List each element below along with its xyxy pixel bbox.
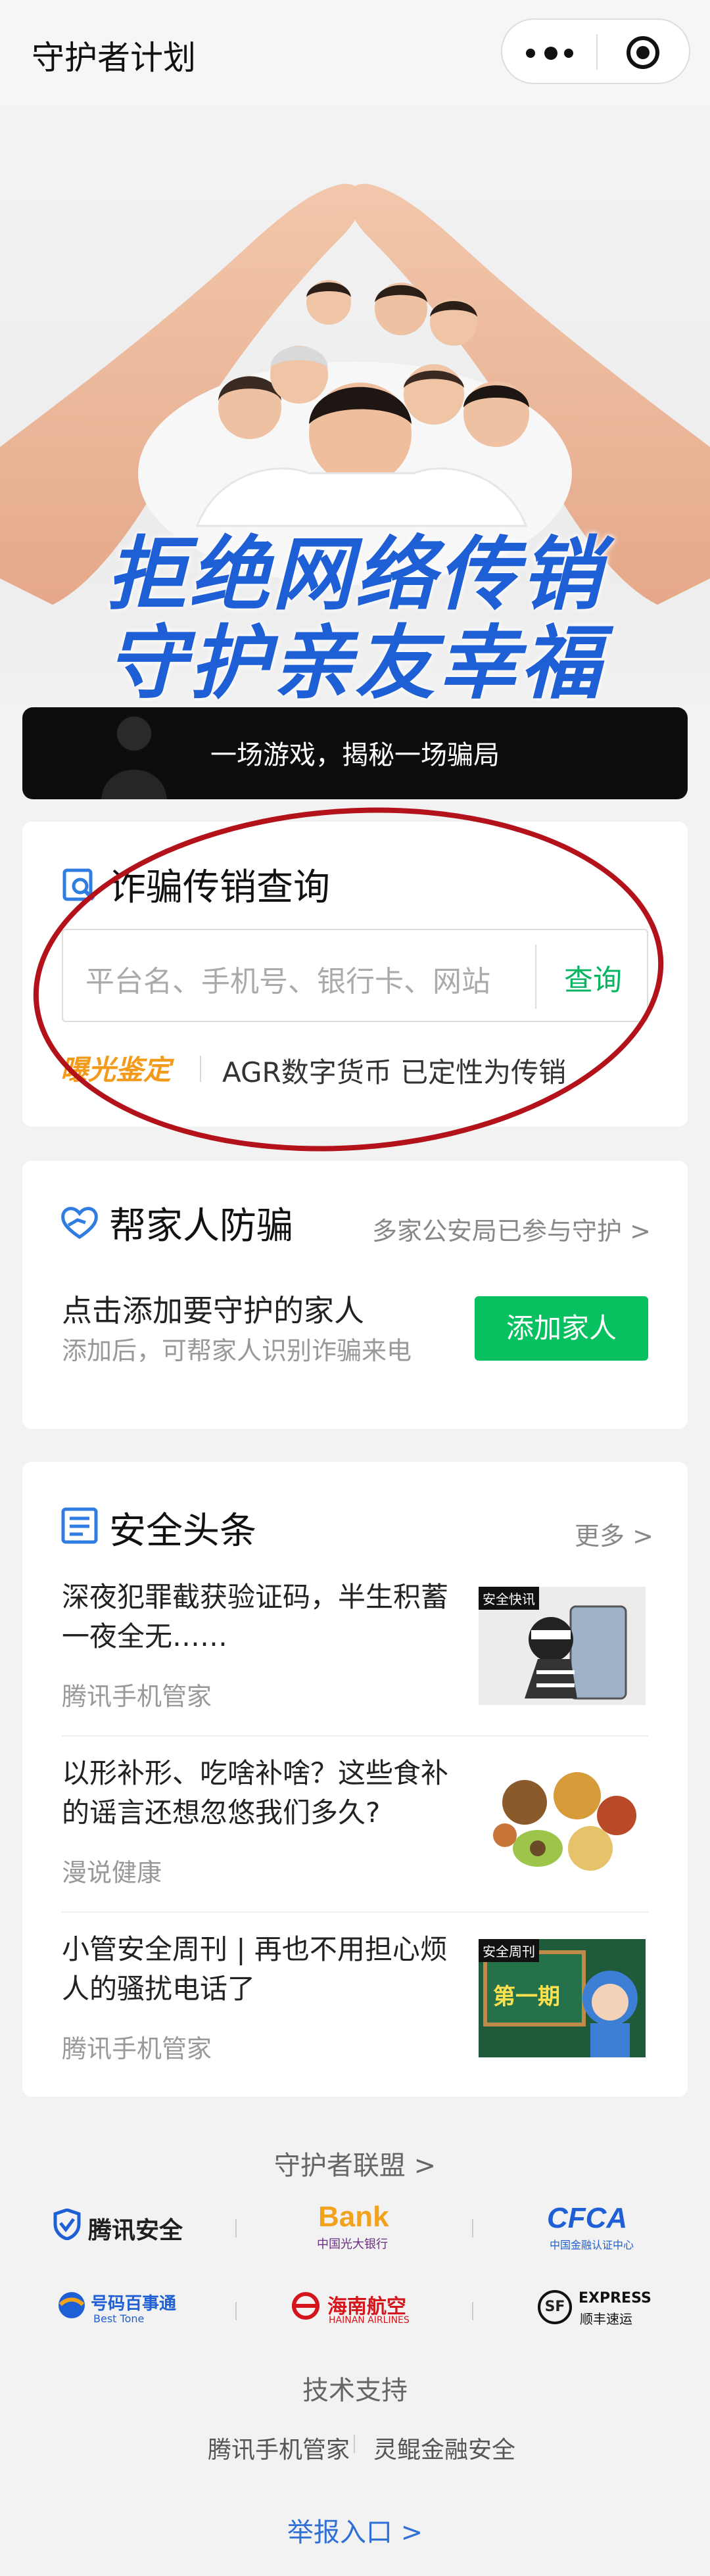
news-icon	[61, 1507, 98, 1544]
add-family-prompt: 点击添加要守护的家人	[62, 1293, 364, 1328]
hero-headline-2: 守护亲友幸福	[106, 615, 604, 703]
news-divider	[62, 1911, 648, 1913]
partner-divider	[235, 2219, 237, 2237]
partner-divider	[235, 2302, 237, 2320]
capsule-divider	[596, 34, 598, 70]
news-thumb-tag: 安全快讯	[479, 1587, 539, 1610]
news-thumb-tag: 安全周刊	[479, 1939, 539, 1962]
police-participation-link[interactable]: 多家公安局已参与守护 >	[372, 1211, 651, 1247]
news-item[interactable]: 深夜犯罪截获验证码，半生积蓄一夜全无…… 腾讯手机管家 安全快讯	[62, 1578, 652, 1734]
family-title: 帮家人防骗	[109, 1205, 293, 1248]
news-item-source: 腾讯手机管家	[62, 2034, 212, 2063]
partner-subname: 顺丰速运	[580, 2311, 632, 2327]
news-item-title: 深夜犯罪截获验证码，半生积蓄一夜全无……	[62, 1581, 449, 1652]
partner-ceb-bank: Bank 中国光大银行	[313, 2201, 405, 2253]
tech-support-title: 技术支持	[302, 2376, 408, 2406]
news-divider	[62, 1735, 648, 1737]
partner-hainan-airlines: 海南航空 HAINAN AIRLINES	[289, 2289, 434, 2335]
hainan-logo-icon	[292, 2292, 320, 2320]
sf-logo: SF	[538, 2290, 572, 2324]
issue-badge: 第一期	[493, 1984, 560, 2010]
partner-name: EXPRESS	[579, 2290, 651, 2307]
partner-tencent-security: 腾讯安全	[53, 2206, 210, 2245]
news-item[interactable]: 以形补形、吃啥补啥？这些食补的谣言还想忽悠我们多久? 漫说健康	[62, 1754, 652, 1910]
news-item-source: 腾讯手机管家	[62, 1682, 212, 1711]
more-dots-icon[interactable]	[525, 43, 575, 62]
news-item-source: 漫说健康	[62, 1858, 162, 1887]
add-family-hint: 添加后，可帮家人识别诈骗来电	[62, 1336, 412, 1365]
partner-subname: 中国光大银行	[317, 2237, 388, 2251]
partner-divider	[472, 2302, 473, 2320]
news-section-title: 安全头条	[109, 1510, 256, 1553]
partner-name: CFCA	[547, 2202, 628, 2234]
tech-partner-lingkun: 灵鲲金融安全	[373, 2437, 516, 2464]
partner-subname: Best Tone	[93, 2312, 145, 2325]
partner-name: 腾讯安全	[88, 2217, 183, 2244]
game-promo-banner[interactable]: 一场游戏，揭秘一场骗局	[22, 707, 688, 799]
partner-subname: HAINAN AIRLINES	[329, 2315, 410, 2326]
partner-best-tone: 号码百事通 Best Tone	[57, 2287, 195, 2333]
tech-partner-tencent: 腾讯手机管家	[208, 2437, 350, 2464]
news-thumbnail	[479, 1763, 646, 1881]
tech-partner-divider	[354, 2435, 355, 2453]
add-family-button[interactable]: 添加家人	[475, 1296, 648, 1361]
report-entry-link[interactable]: 举报入口 >	[0, 2511, 710, 2549]
target-icon[interactable]	[625, 34, 661, 71]
news-more-link[interactable]: 更多 >	[575, 1516, 653, 1552]
page-title: 守护者计划	[32, 39, 196, 77]
partner-subname: 中国金融认证中心	[550, 2239, 634, 2251]
news-item[interactable]: 小管安全周刊 | 再也不用担心烦人的骚扰电话了 腾讯手机管家 安全周刊 第一期	[62, 1930, 652, 2086]
heart-hand-icon	[61, 1207, 98, 1240]
mini-program-capsule	[501, 18, 690, 84]
partner-cfca: CFCA 中国金融认证中心	[547, 2202, 665, 2255]
partner-name: Bank	[318, 2201, 389, 2233]
news-thumbnail: 安全周刊 第一期	[479, 1939, 646, 2057]
partner-sf-express: SF EXPRESS 顺丰速运	[538, 2287, 669, 2333]
hero-banner[interactable]: 拒绝网络传销 守护亲友幸福	[0, 105, 710, 703]
banner-text: 一场游戏，揭秘一场骗局	[210, 740, 500, 770]
best-tone-logo-icon	[59, 2292, 85, 2318]
news-thumbnail: 安全快讯	[479, 1587, 646, 1705]
guardian-alliance-link[interactable]: 守护者联盟 >	[0, 2144, 710, 2182]
news-item-title: 以形补形、吃啥补啥？这些食补的谣言还想忽悠我们多久?	[62, 1757, 449, 1829]
partner-name: 号码百事通	[91, 2294, 177, 2314]
partner-divider	[472, 2219, 473, 2237]
news-item-title: 小管安全周刊 | 再也不用担心烦人的骚扰电话了	[62, 1933, 448, 2005]
shield-icon	[53, 2209, 81, 2240]
